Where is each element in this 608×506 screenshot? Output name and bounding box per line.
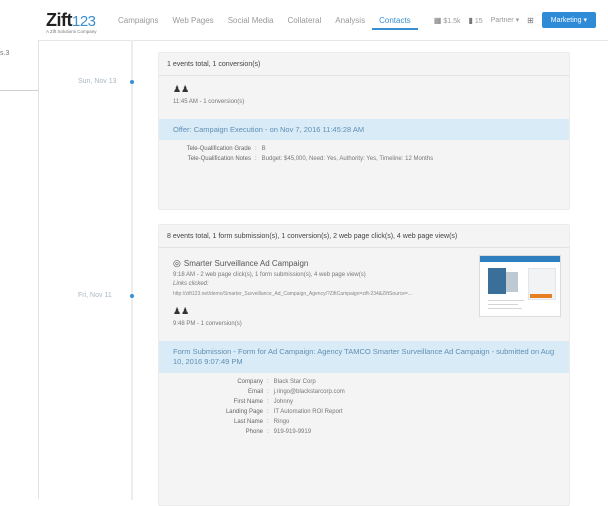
offer-details: Tele-Qualification Grade: B Tele-Qualifi… (159, 146, 569, 162)
thumbnail-line (488, 300, 524, 301)
partner-menu[interactable]: Partner ▾ (491, 16, 519, 24)
thumbnail-line (488, 304, 518, 305)
thumbnail-line (488, 308, 522, 309)
logo-text: Zift123 (46, 10, 97, 31)
logo-tagline: A Zift Solutions Company (46, 29, 97, 34)
detail-row: Tele-Qualification Grade: B (159, 146, 569, 152)
detail-value: Black Star Corp (273, 379, 316, 385)
timeline-dot-2 (130, 294, 134, 298)
background-panel-text: s.3 (0, 50, 10, 57)
nav-campaigns[interactable]: Campaigns (111, 14, 165, 28)
nav-web-pages[interactable]: Web Pages (165, 14, 220, 28)
nav-collateral[interactable]: Collateral (281, 14, 329, 28)
thumbnail-document-2 (506, 272, 518, 292)
detail-separator: : (255, 146, 257, 152)
event-card-2: 8 events total, 1 form submission(s), 1 … (158, 224, 570, 506)
conversion-time: 9:48 PM - 1 conversion(s) (173, 321, 242, 327)
detail-key: First Name (233, 399, 263, 405)
detail-value: Budget: $45,000, Need: Yes, Authority: Y… (261, 156, 434, 162)
detail-key: Landing Page (225, 409, 263, 415)
timeline-dot-1 (130, 80, 134, 84)
detail-separator: : (267, 399, 269, 405)
chart-indicator[interactable]: ▮ 15 (469, 16, 483, 25)
detail-value: Johnny (273, 399, 294, 405)
detail-row: Company: Black Star Corp (159, 379, 569, 385)
detail-row: First Name: Johnny (159, 399, 569, 405)
event-summary: 1 events total, 1 conversion(s) (167, 61, 261, 68)
detail-value: Ringo (273, 419, 290, 425)
detail-key: Email (247, 389, 263, 395)
logo-main: Zift (46, 10, 72, 30)
nav-social-media[interactable]: Social Media (221, 14, 281, 28)
detail-separator: : (267, 389, 269, 395)
timeline-line (131, 40, 133, 500)
nav-analysis[interactable]: Analysis (328, 14, 372, 28)
detail-key: Tele-Qualification Notes (187, 156, 251, 162)
people-icon: ♟♟ (173, 84, 190, 94)
detail-separator: : (267, 409, 269, 415)
conversion-time: 11:45 AM - 1 conversion(s) (173, 99, 245, 105)
timeline-date-1: Sun, Nov 13 (78, 78, 117, 85)
form-submission-details: Company: Black Star Corp Email: j.ringo@bl… (159, 379, 569, 435)
brand-logo[interactable]: Zift123 A Zift Solutions Company (46, 10, 97, 34)
detail-value: 919-919-9919 (273, 429, 312, 435)
grid-indicator-label: $1.5k (443, 17, 461, 25)
detail-separator: : (267, 379, 269, 385)
event-card-1: 1 events total, 1 conversion(s) ♟♟ 11:45… (158, 52, 570, 210)
campaign-name-text: Smarter Surveillance Ad Campaign (183, 259, 309, 268)
detail-key: Tele-Qualification Grade (186, 146, 251, 152)
top-navigation: Zift123 A Zift Solutions Company Campaig… (38, 0, 608, 41)
detail-separator: : (267, 429, 269, 435)
detail-value: B (261, 146, 266, 152)
detail-key: Phone (245, 429, 263, 435)
detail-value[interactable]: j.ringo@blackstarcorp.com (274, 389, 345, 395)
main-nav: Campaigns Web Pages Social Media Collate… (111, 14, 418, 30)
target-icon: ◎ (173, 258, 181, 268)
form-submission-header: Form Submission - Form for Ad Campaign: … (159, 341, 569, 373)
logo-number: 123 (71, 13, 96, 30)
nav-contacts[interactable]: Contacts (372, 14, 418, 30)
detail-separator: : (255, 156, 257, 162)
background-panel: s.3 (0, 0, 39, 91)
divider (159, 247, 569, 248)
detail-row: Email: j.ringo@blackstarcorp.com (159, 389, 569, 395)
chart-indicator-label: 15 (474, 17, 483, 25)
detail-key: Last Name (233, 419, 263, 425)
landing-page-thumbnail[interactable] (479, 255, 561, 317)
detail-row: Last Name: Ringo (159, 419, 569, 425)
marketing-button[interactable]: Marketing ▾ (541, 12, 596, 28)
detail-row: Landing Page: IT Automation ROI Report (159, 409, 569, 415)
clicked-url[interactable]: http://zift123.net/demo/Smarter_Surveill… (173, 291, 433, 298)
detail-row: Tele-Qualification Notes: Budget: $45,00… (159, 156, 569, 162)
thumbnail-header-band (480, 256, 560, 262)
offer-header: Offer: Campaign Execution - on Nov 7, 20… (159, 119, 569, 140)
nav-right: ▦ $1.5k ▮ 15 Partner ▾ ⊞ Marketing ▾ (434, 12, 596, 28)
chart-icon: ▮ (468, 15, 473, 25)
grid-icon: ▦ (433, 15, 442, 25)
detail-row: Phone:919-919-9919 (159, 429, 569, 435)
detail-separator: : (267, 419, 269, 425)
timeline-date-2: Fri, Nov 11 (78, 292, 112, 299)
apps-icon[interactable]: ⊞ (527, 16, 534, 25)
divider (159, 75, 569, 76)
grid-indicator[interactable]: ▦ $1.5k (434, 16, 461, 25)
panel-divider (38, 0, 39, 499)
detail-key: Company (237, 379, 263, 385)
event-summary: 8 events total, 1 form submission(s), 1 … (167, 233, 458, 240)
thumbnail-document (488, 268, 506, 294)
thumbnail-cta (530, 294, 552, 298)
detail-value: IT Automation ROI Report (273, 409, 343, 415)
